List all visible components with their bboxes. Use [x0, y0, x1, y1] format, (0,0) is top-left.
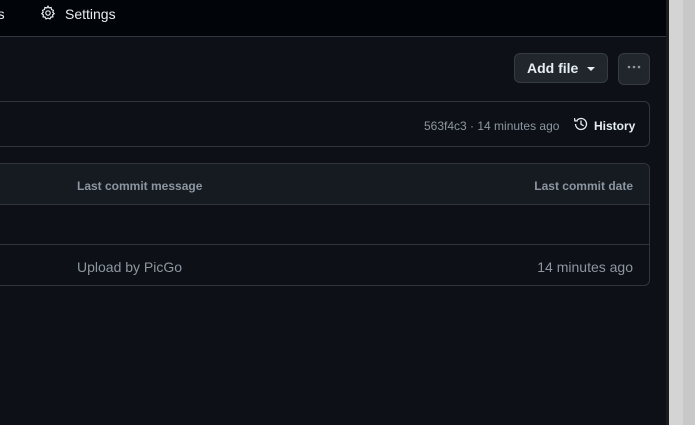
table-row[interactable]: Upload by PicGo 14 minutes ago: [0, 245, 649, 285]
caret-down-icon: [587, 67, 595, 71]
repo-nav: nts Settings: [0, 0, 666, 37]
add-file-label: Add file: [527, 60, 579, 76]
kebab-horizontal-icon: [626, 59, 642, 80]
commit-message[interactable]: Upload by PicGo: [77, 259, 182, 275]
gear-icon: [40, 4, 65, 24]
window-edge: [666, 0, 695, 425]
table-header: Last commit message Last commit date: [0, 164, 649, 205]
add-file-button[interactable]: Add file: [514, 53, 608, 83]
settings-label: Settings: [65, 6, 116, 22]
commit-date: 14 minutes ago: [537, 259, 633, 275]
file-table: Last commit message Last commit date Upl…: [0, 163, 650, 286]
history-icon: [573, 116, 594, 135]
history-label: History: [594, 118, 636, 133]
nav-item-partial-label: nts: [0, 6, 5, 22]
more-options-button[interactable]: [618, 53, 650, 85]
column-header-date: Last commit date: [534, 179, 633, 193]
history-link[interactable]: History: [573, 116, 635, 135]
table-row[interactable]: [0, 205, 649, 245]
column-header-message: Last commit message: [77, 179, 203, 193]
nav-item-settings[interactable]: Settings: [40, 0, 116, 28]
scrollbar-track[interactable]: [669, 0, 683, 425]
commit-meta[interactable]: 563f4c3 · 14 minutes ago: [424, 119, 559, 133]
latest-commit-box: 563f4c3 · 14 minutes ago History: [0, 101, 650, 147]
nav-item-partial[interactable]: nts: [0, 0, 5, 28]
